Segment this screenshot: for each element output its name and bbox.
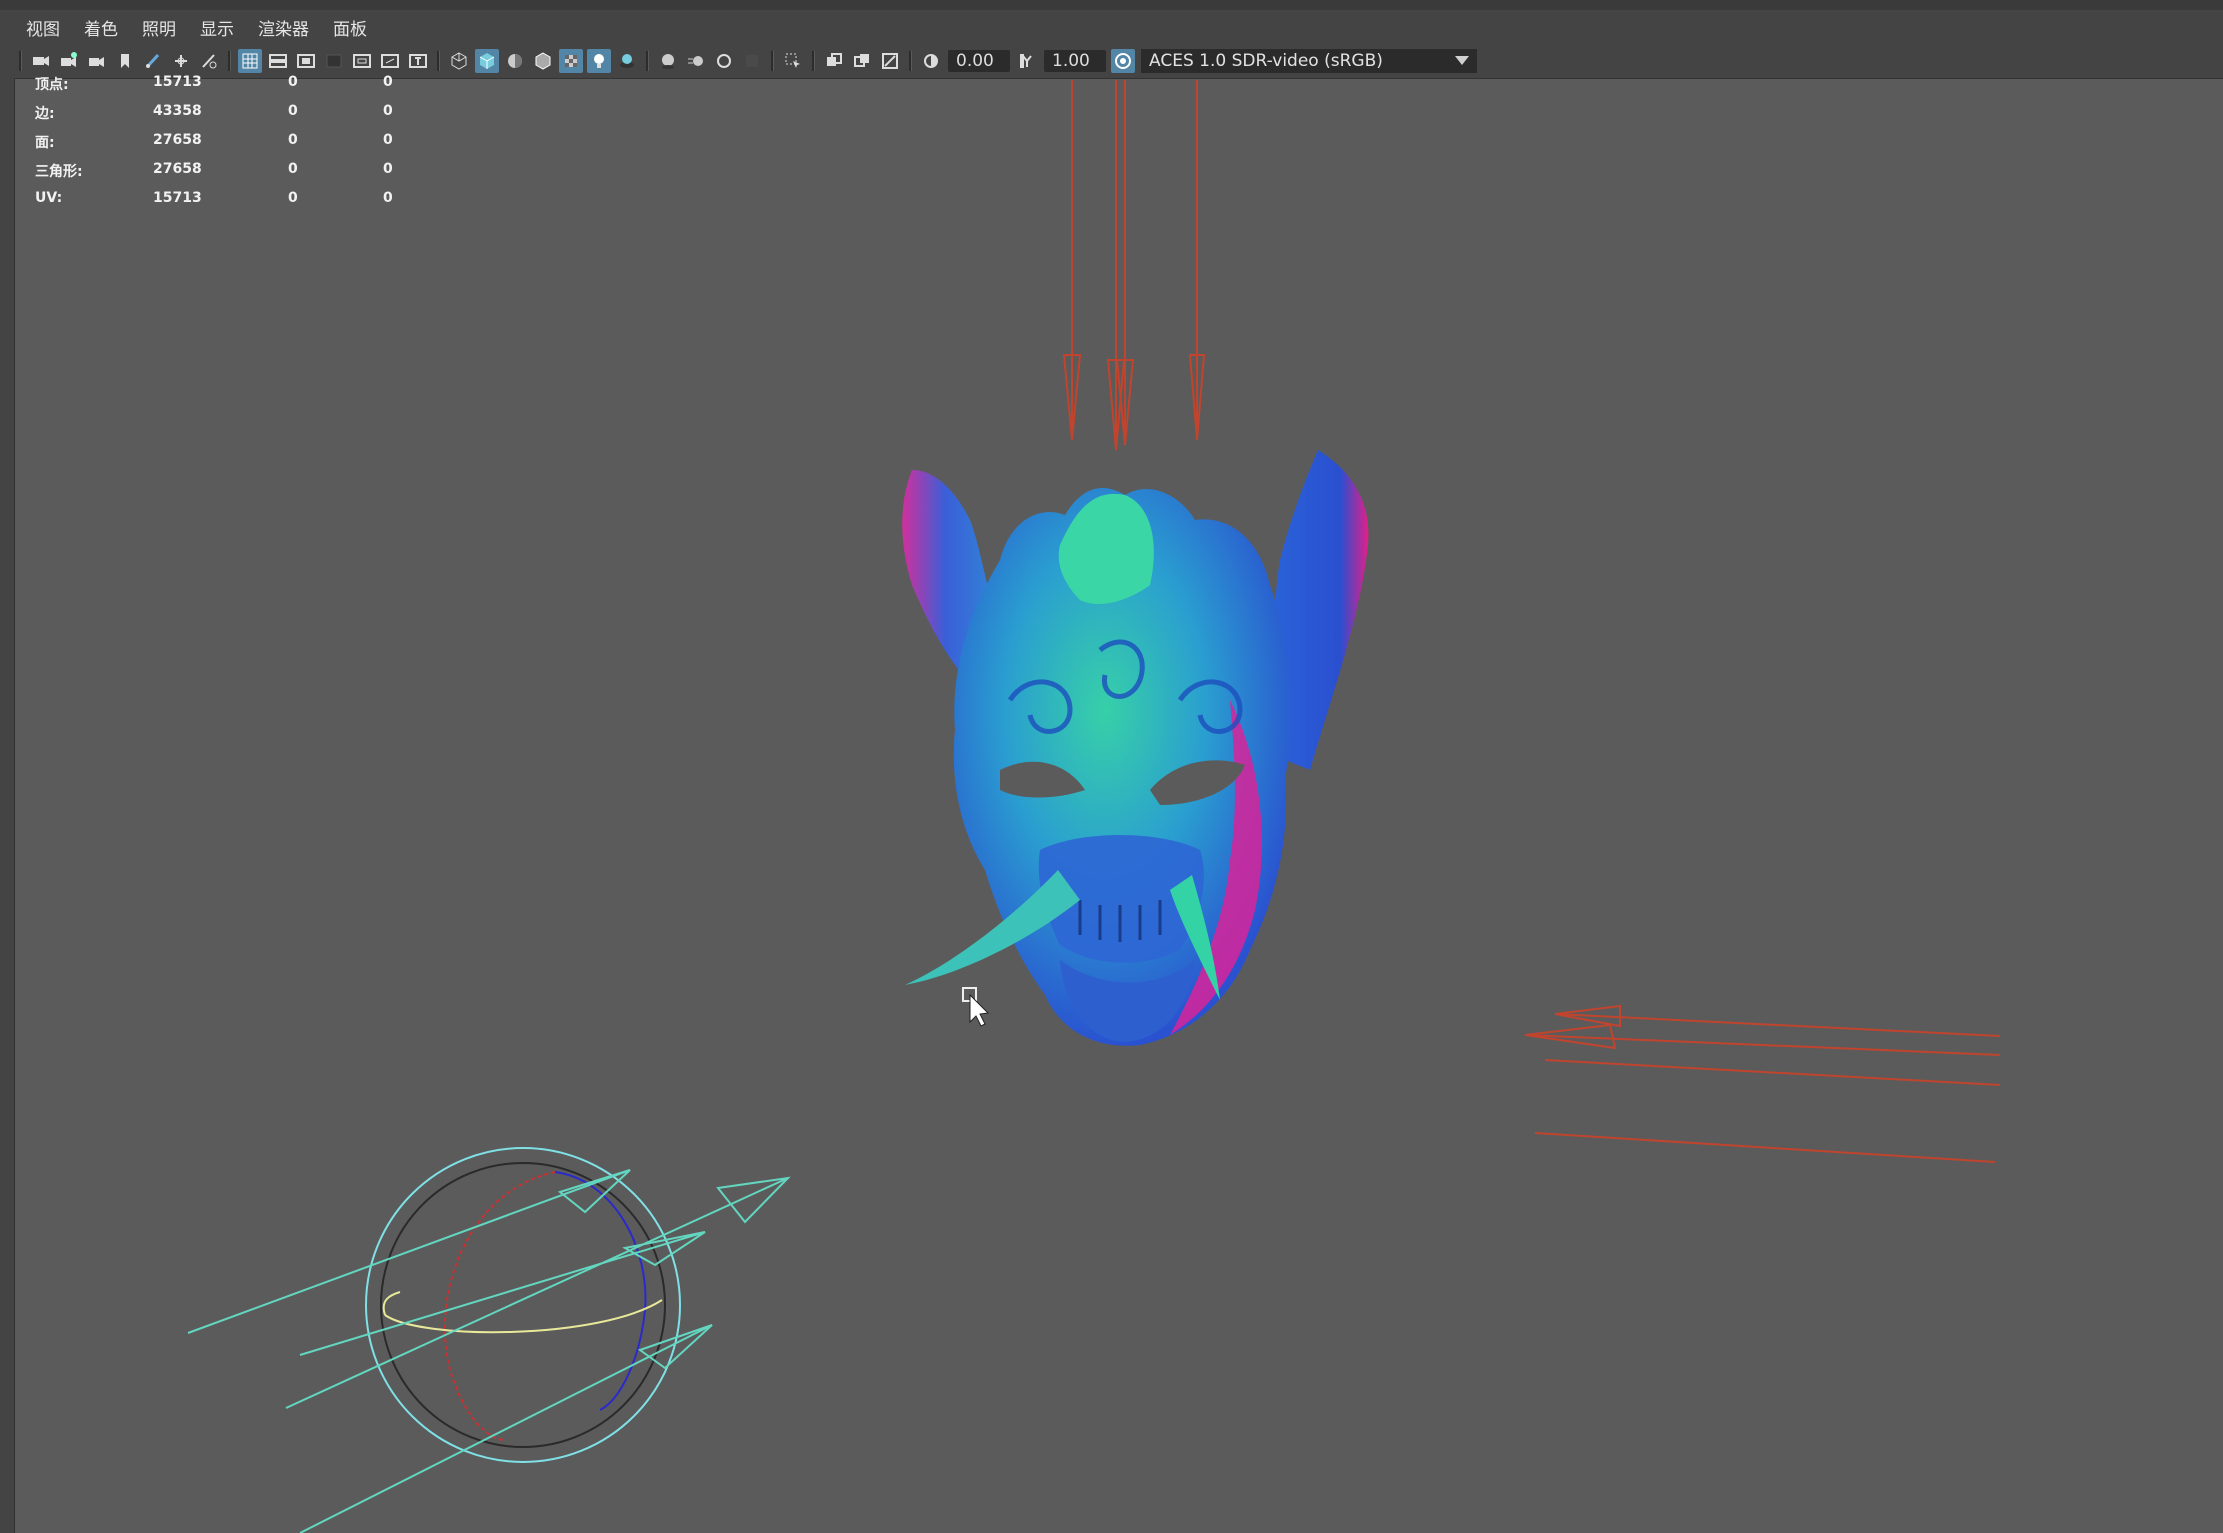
directional-light-cyan[interactable] bbox=[187, 1169, 791, 1533]
directional-light-right[interactable] bbox=[1524, 1004, 2001, 1163]
mouse-cursor-icon bbox=[962, 987, 990, 1027]
oni-mask-model[interactable] bbox=[902, 450, 1369, 1046]
directional-light-top[interactable] bbox=[1062, 80, 1206, 451]
viewport-scene[interactable] bbox=[0, 0, 2223, 1533]
light-sphere-gizmo[interactable] bbox=[365, 1147, 681, 1463]
